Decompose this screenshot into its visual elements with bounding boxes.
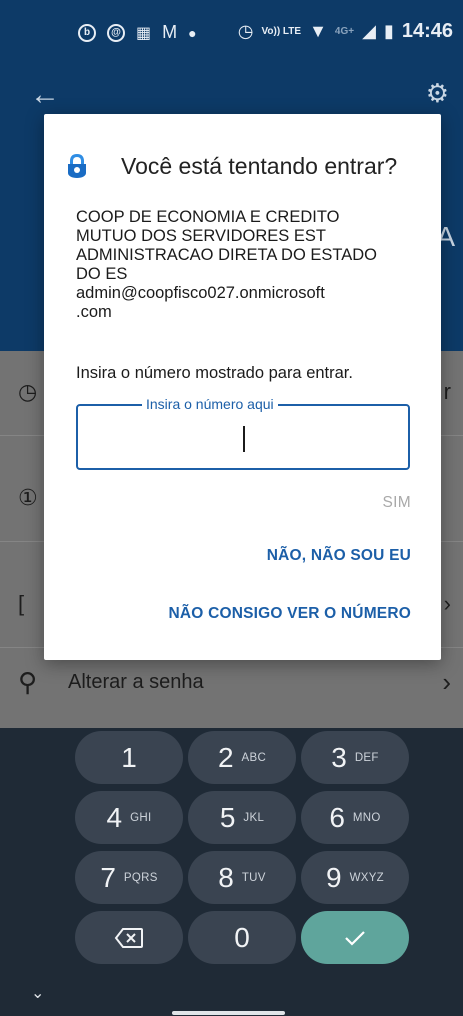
change-password-label: Alterar a senha <box>68 671 204 693</box>
alarm-icon: ◷ <box>237 21 254 41</box>
b-circle-icon: b <box>78 23 96 42</box>
news-icon: ▦ <box>136 24 152 42</box>
key-digit: 0 <box>234 921 250 953</box>
numeric-keyboard: 1 2 ABC 3 DEF 4 GHI 5 JKL 6 MNO 7 PQRS 8… <box>0 728 463 1016</box>
change-password-item[interactable]: ⚲ Alterar a senha › <box>0 649 463 728</box>
network-type-label: 4G+ <box>334 25 355 37</box>
key-icon: ⚲ <box>18 667 38 697</box>
gesture-nav-bar[interactable] <box>172 1011 285 1015</box>
key-digit: 2 <box>217 741 234 773</box>
chevron-right-icon: › <box>443 591 451 616</box>
key-9[interactable]: 9 WXYZ <box>301 851 409 904</box>
number-input-label: Insira o número aqui <box>142 396 278 412</box>
signal-4g-icon: ◢ <box>362 21 376 41</box>
at-icon: @ <box>107 23 125 42</box>
key-digit: 6 <box>329 801 345 833</box>
enter-key[interactable] <box>301 911 409 964</box>
chevron-right-icon: › <box>442 667 451 697</box>
gmail-icon: M <box>162 22 178 42</box>
authenticator-lock-icon <box>68 154 86 178</box>
instruction-text: Insira o número mostrado para entrar. <box>76 364 353 382</box>
key-4[interactable]: 4 GHI <box>75 791 183 844</box>
number-input-field[interactable]: Insira o número aqui <box>76 396 410 470</box>
backspace-icon <box>114 927 143 948</box>
list-item-icon: ① <box>18 485 38 510</box>
status-time: 14:46 <box>401 20 453 42</box>
org-line: ADMINISTRACAO DIRETA DO ESTADO <box>76 246 378 264</box>
key-digit: 3 <box>331 741 347 773</box>
key-6[interactable]: 6 MNO <box>301 791 409 844</box>
key-0[interactable]: 0 <box>188 911 296 964</box>
sign-in-approval-dialog: Você está tentando entrar? COOP DE ECONO… <box>44 114 441 660</box>
key-digit: 5 <box>219 801 236 833</box>
key-digit: 8 <box>218 861 234 893</box>
key-letters: TUV <box>241 871 266 884</box>
key-letters: JKL <box>243 811 265 824</box>
key-5[interactable]: 5 JKL <box>188 791 296 844</box>
organization-account-text: COOP DE ECONOMIA E CREDITO MUTUO DOS SER… <box>76 208 416 322</box>
volte-icon: Vo)) LTE <box>261 25 302 37</box>
list-item-icon: [ <box>18 591 25 616</box>
yes-button[interactable]: SIM <box>383 494 411 512</box>
account-email-line: .com <box>76 303 112 321</box>
check-icon <box>345 930 365 946</box>
key-letters: MNO <box>352 811 381 824</box>
key-7[interactable]: 7 PQRS <box>75 851 183 904</box>
back-arrow-icon[interactable]: ← <box>30 78 60 112</box>
list-item-icon: ◷ <box>18 379 38 404</box>
battery-icon: ▮ <box>383 21 394 41</box>
list-item-trail: r <box>443 379 451 404</box>
key-letters: DEF <box>354 751 379 764</box>
key-1[interactable]: 1 <box>75 731 183 784</box>
key-digit: 4 <box>106 801 123 833</box>
key-8[interactable]: 8 TUV <box>188 851 296 904</box>
key-digit: 1 <box>121 741 137 773</box>
chevron-down-icon[interactable]: ⌄ <box>31 983 44 1003</box>
dialog-title: Você está tentando entrar? <box>121 153 398 179</box>
key-3[interactable]: 3 DEF <box>301 731 409 784</box>
backspace-key[interactable] <box>75 911 183 964</box>
key-letters: ABC <box>241 751 267 764</box>
gear-icon[interactable]: ⚙ <box>426 78 449 109</box>
not-me-button[interactable]: NÃO, NÃO SOU EU <box>267 547 411 565</box>
key-2[interactable]: 2 ABC <box>188 731 296 784</box>
cant-see-number-button[interactable]: NÃO CONSIGO VER O NÚMERO <box>169 605 411 623</box>
dot-icon: ● <box>188 24 197 41</box>
key-letters: GHI <box>130 811 152 824</box>
org-line: MUTUO DOS SERVIDORES EST <box>76 227 326 245</box>
org-line: COOP DE ECONOMIA E CREDITO <box>76 208 340 226</box>
key-letters: PQRS <box>123 871 158 884</box>
key-digit: 7 <box>100 861 116 893</box>
wifi-icon: ▼ <box>309 21 327 41</box>
org-line: DO ES <box>76 265 128 283</box>
key-digit: 9 <box>326 861 342 893</box>
status-bar: b @ ▦ M ● ◷ Vo)) LTE ▼ 4G+ ◢ ▮ 14:46 <box>0 0 463 66</box>
text-caret <box>243 426 245 452</box>
key-letters: WXYZ <box>349 871 384 884</box>
account-email-line: admin@coopfisco027.onmicrosoft <box>76 284 325 302</box>
